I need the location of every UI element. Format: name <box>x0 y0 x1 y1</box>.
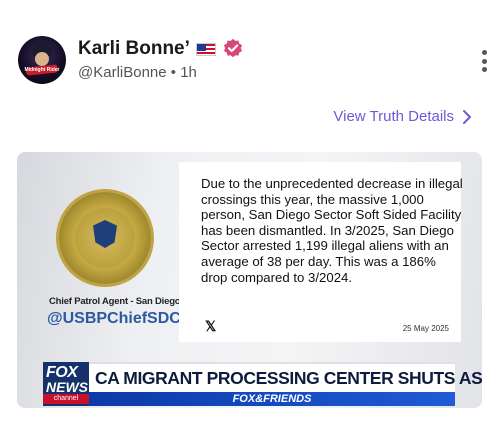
logo-line-2: NEWS <box>46 379 88 395</box>
headline: CA MIGRANT PROCESSING CENTER SHUTS AS AR… <box>95 368 482 388</box>
show-bar: FOX&FRIENDS <box>89 392 455 406</box>
us-flag-icon <box>195 42 216 56</box>
tweet-card: Due to the unprecedented decrease in ill… <box>179 162 463 342</box>
tweet-text: Due to the unprecedented decrease in ill… <box>201 176 463 285</box>
view-truth-details-label: View Truth Details <box>333 108 454 125</box>
display-name[interactable]: Karli Bonne’ <box>78 38 190 60</box>
border-patrol-seal-icon <box>59 192 151 284</box>
headline-bar: CA MIGRANT PROCESSING CENTER SHUTS AS AR… <box>89 362 482 392</box>
x-logo-icon: 𝕏 <box>205 318 217 334</box>
post-header: Midnight Rider Karli Bonne’ @KarliBonne … <box>18 36 488 92</box>
avatar-text: Midnight Rider <box>24 67 60 73</box>
logo-line-3: channel <box>43 394 89 404</box>
tweet-date: 25 May 2025 <box>402 324 449 333</box>
news-chyron: FOX NEWS channel CA MIGRANT PROCESSING C… <box>17 358 482 408</box>
name-row: Karli Bonne’ <box>78 38 244 60</box>
show-name: FOX&FRIENDS <box>232 393 312 405</box>
chevron-right-icon <box>463 109 471 124</box>
post-time[interactable]: 1h <box>180 64 197 81</box>
agent-handle: @USBPChiefSDC <box>47 310 181 327</box>
handle-row: @KarliBonne • 1h <box>78 64 197 81</box>
fox-news-logo: FOX NEWS channel <box>43 362 89 406</box>
more-options-icon[interactable] <box>482 50 488 72</box>
avatar[interactable]: Midnight Rider <box>18 36 66 84</box>
verified-badge-icon <box>223 38 242 58</box>
separator: • <box>170 64 177 81</box>
handle[interactable]: @KarliBonne <box>78 64 167 81</box>
avatar-face <box>35 52 49 66</box>
view-truth-details-link[interactable]: View Truth Details <box>333 108 472 125</box>
media-image[interactable]: Chief Patrol Agent - San Diego Sector @U… <box>17 152 482 408</box>
